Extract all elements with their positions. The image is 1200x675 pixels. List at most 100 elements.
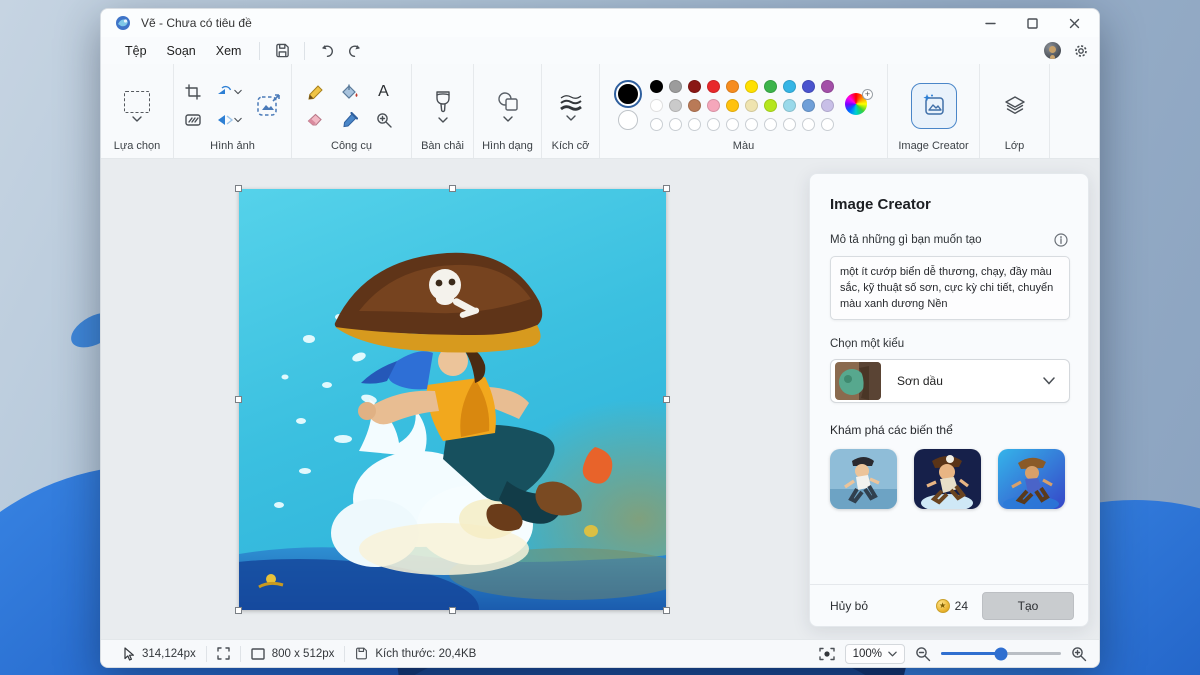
maximize-button[interactable] xyxy=(1011,9,1053,37)
style-dropdown[interactable]: Sơn dầu xyxy=(830,359,1070,403)
color-swatch-empty[interactable] xyxy=(783,118,796,131)
color2-swatch[interactable] xyxy=(618,110,638,130)
color-swatch-empty[interactable] xyxy=(745,118,758,131)
account-avatar[interactable] xyxy=(1044,42,1061,59)
rotate-button[interactable] xyxy=(210,80,248,104)
color-swatch[interactable] xyxy=(650,80,663,93)
color-swatch[interactable] xyxy=(745,80,758,93)
settings-gear-icon[interactable] xyxy=(1073,43,1089,59)
menu-view[interactable]: Xem xyxy=(206,40,252,62)
color-swatch[interactable] xyxy=(783,80,796,93)
text-tool-button[interactable]: A xyxy=(371,80,397,104)
resize-handle-sw[interactable] xyxy=(235,607,242,614)
layers-icon xyxy=(1003,94,1027,118)
zoom-in-button[interactable] xyxy=(1071,646,1087,662)
brushes-button[interactable] xyxy=(434,90,452,123)
undo-button[interactable] xyxy=(313,40,341,62)
variant-thumbnail-3[interactable] xyxy=(998,449,1065,509)
color-swatch-empty[interactable] xyxy=(650,118,663,131)
zoom-slider[interactable] xyxy=(941,652,1061,655)
edit-colors-button[interactable]: + xyxy=(845,93,871,119)
credits-coin-icon: ★ xyxy=(936,599,950,613)
close-button[interactable] xyxy=(1053,9,1095,37)
create-button[interactable]: Tạo xyxy=(982,592,1074,620)
selection-tool-button[interactable] xyxy=(124,91,150,122)
color-swatch[interactable] xyxy=(688,99,701,112)
resize-handle-nw[interactable] xyxy=(235,185,242,192)
color-swatch-empty[interactable] xyxy=(688,118,701,131)
color-swatch[interactable] xyxy=(802,80,815,93)
save-button[interactable] xyxy=(268,40,296,62)
canvas[interactable] xyxy=(239,189,666,610)
redo-button[interactable] xyxy=(341,40,369,62)
color-swatch[interactable] xyxy=(726,99,739,112)
color-swatch[interactable] xyxy=(745,99,758,112)
color-swatch[interactable] xyxy=(764,99,777,112)
crop-button[interactable] xyxy=(180,80,206,104)
group-layers: Lớp xyxy=(979,64,1049,158)
resize-handle-s[interactable] xyxy=(449,607,456,614)
size-button[interactable] xyxy=(559,92,583,121)
title-bar[interactable]: Vẽ - Chưa có tiêu đề xyxy=(101,9,1099,37)
resize-handle-se[interactable] xyxy=(663,607,670,614)
fill-tool-button[interactable] xyxy=(337,80,363,104)
color-swatch-empty[interactable] xyxy=(821,118,834,131)
magnifier-icon xyxy=(376,112,392,128)
texture-button[interactable] xyxy=(180,108,206,132)
group-label: Lớp xyxy=(1005,140,1024,154)
resize-handle-w[interactable] xyxy=(235,396,242,403)
menu-edit[interactable]: Soạn xyxy=(157,40,206,62)
info-icon[interactable] xyxy=(1054,233,1068,247)
color-swatch[interactable] xyxy=(764,80,777,93)
fit-to-screen-icon[interactable] xyxy=(819,647,835,661)
magnifier-tool-button[interactable] xyxy=(371,108,397,132)
workspace[interactable]: Image Creator Mô tả những gì bạn muốn tạ… xyxy=(101,159,1099,639)
color-swatch[interactable] xyxy=(707,99,720,112)
color-swatch-empty[interactable] xyxy=(764,118,777,131)
color-swatch[interactable] xyxy=(650,99,663,112)
color-swatch[interactable] xyxy=(821,80,834,93)
flip-button[interactable] xyxy=(210,108,248,132)
canvas-selection[interactable] xyxy=(239,189,666,610)
color-swatch-empty[interactable] xyxy=(707,118,720,131)
color-swatch-empty[interactable] xyxy=(669,118,682,131)
resize-image-icon xyxy=(256,93,282,119)
chevron-down-icon xyxy=(888,651,897,657)
menu-file[interactable]: Tệp xyxy=(115,40,157,62)
color-swatch-empty[interactable] xyxy=(802,118,815,131)
color-swatch[interactable] xyxy=(802,99,815,112)
minimize-button[interactable] xyxy=(969,9,1011,37)
canvas-size: 800 x 512px xyxy=(241,648,345,660)
color-swatch[interactable] xyxy=(821,99,834,112)
zoom-level-dropdown[interactable]: 100% xyxy=(845,644,905,664)
variant-thumbnail-2[interactable] xyxy=(914,449,981,509)
redo-icon xyxy=(347,44,363,58)
color-swatch[interactable] xyxy=(726,80,739,93)
color-swatch[interactable] xyxy=(669,80,682,93)
resize-handle-n[interactable] xyxy=(449,185,456,192)
chevron-down-icon xyxy=(438,117,448,123)
color-swatch-empty[interactable] xyxy=(726,118,739,131)
resize-image-button[interactable] xyxy=(252,89,286,123)
prompt-input[interactable]: một ít cướp biển dễ thương, chạy, đầy mà… xyxy=(830,256,1070,320)
zoom-slider-handle[interactable] xyxy=(995,647,1008,660)
resize-handle-ne[interactable] xyxy=(663,185,670,192)
zoom-out-button[interactable] xyxy=(915,646,931,662)
color-swatch[interactable] xyxy=(707,80,720,93)
fill-bucket-icon xyxy=(341,84,359,101)
layers-button[interactable] xyxy=(995,86,1035,126)
color-swatch[interactable] xyxy=(669,99,682,112)
group-label: Kích cỡ xyxy=(552,140,590,154)
eraser-tool-button[interactable] xyxy=(303,108,329,132)
color-swatch[interactable] xyxy=(783,99,796,112)
color-picker-tool-button[interactable] xyxy=(337,108,363,132)
resize-handle-e[interactable] xyxy=(663,396,670,403)
image-creator-button[interactable] xyxy=(911,83,957,129)
prompt-label: Mô tả những gì bạn muốn tạo xyxy=(830,234,982,246)
pencil-tool-button[interactable] xyxy=(303,80,329,104)
color1-swatch[interactable] xyxy=(616,82,640,106)
color-swatch[interactable] xyxy=(688,80,701,93)
cancel-button[interactable]: Hủy bỏ xyxy=(830,599,868,613)
shapes-button[interactable] xyxy=(496,91,520,122)
variant-thumbnail-1[interactable] xyxy=(830,449,897,509)
